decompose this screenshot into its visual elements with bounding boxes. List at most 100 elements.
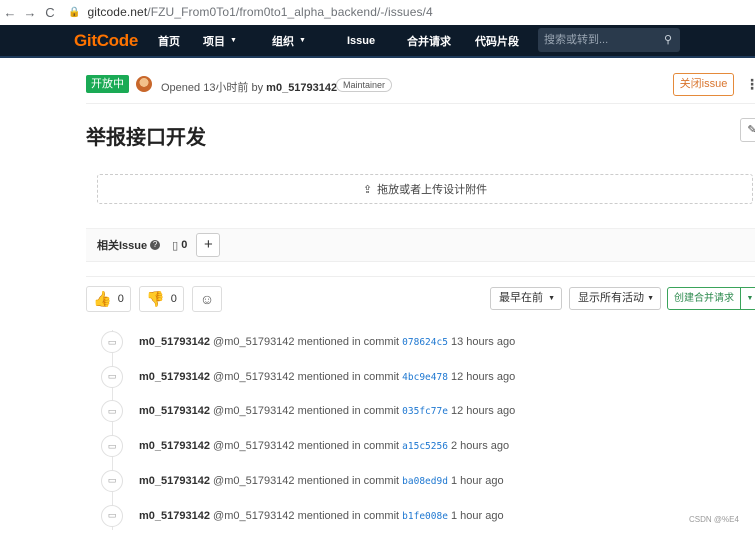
url-field[interactable]: gitcode.net/FZU_From0To1/from0to1_alpha_… [87,5,432,19]
note-author[interactable]: m0_51793142 [139,336,210,348]
edit-button[interactable]: ✎ [740,118,755,142]
note-time: 2 hours ago [451,440,510,453]
thumbs-down-icon: 👎 [146,291,165,308]
back-icon[interactable]: ← [0,5,20,20]
timeline-note: ▭ m0_51793142 @m0_51793142 mentioned in c… [101,469,504,492]
search-placeholder: 搜索或转到... [544,34,609,46]
commit-sha-link[interactable]: 4bc9e478 [402,372,448,383]
note-text: m0_51793142 @m0_51793142 mentioned in co… [139,336,515,348]
note-handle[interactable]: @m0_51793142 [213,371,295,383]
related-issues-bar: 相关Issue ? ▯ 0 + [86,228,755,262]
activity-filter-dropdown[interactable]: 显示所有活动 ▼ [569,287,661,310]
commit-sha-link[interactable]: a15c5256 [402,441,448,452]
note-action: mentioned in commit [297,440,400,453]
add-related-button[interactable]: + [196,233,221,257]
chevron-down-icon: ▼ [230,37,237,44]
note-author[interactable]: m0_51793142 [139,440,210,452]
issue-meta: Opened 13小时前 by m0_51793142 [161,79,337,95]
nav-merge-requests[interactable]: 合并请求 [407,33,451,49]
thumbs-up-icon: 👍 [93,291,112,308]
note-author[interactable]: m0_51793142 [139,510,210,522]
thumbs-up-count: 0 [117,293,124,305]
related-count: 0 [181,239,188,251]
gitcode-logo[interactable]: GitCode [74,31,138,51]
nav-issue-label: Issue [347,34,376,47]
help-icon[interactable]: ? [150,240,161,250]
timeline-line [112,330,113,530]
nav-snippets[interactable]: 代码片段 [475,33,519,49]
commit-sha-link[interactable]: ba08ed9d [402,476,448,487]
note-handle[interactable]: @m0_51793142 [213,510,295,522]
url-path: /FZU_From0To1/from0to1_alpha_backend/-/i… [147,5,433,19]
avatar[interactable] [136,76,152,92]
page-title: 举报接口开发 [86,127,206,149]
nav-issue[interactable]: Issue [347,35,375,47]
commit-sha-link[interactable]: b1fe008e [402,511,448,522]
note-author[interactable]: m0_51793142 [139,371,210,383]
top-navbar: GitCode 首页 项目 ▼ 组织 ▼ Issue 合并请求 代码片段 搜索或转到… [0,25,755,58]
note-time: 12 hours ago [451,405,516,418]
commit-sha-link[interactable]: 078624c5 [402,337,448,348]
comment-icon: ▭ [101,469,123,492]
nav-home-label: 首页 [158,35,180,48]
note-action: mentioned in commit [297,405,400,418]
add-reaction-button[interactable]: ☺ [192,286,222,312]
note-text: m0_51793142 @m0_51793142 mentioned in co… [139,440,509,452]
nav-groups[interactable]: 组织 ▼ [272,33,306,49]
note-action: mentioned in commit [297,474,400,487]
design-upload-dropzone[interactable]: ⇪ 拖放或者上传设计附件 [97,174,753,204]
commit-sha-link[interactable]: 035fc77e [402,406,448,417]
note-handle[interactable]: @m0_51793142 [213,405,295,417]
smiley-icon: ☺ [199,291,215,307]
sort-dropdown[interactable]: 最早在前 ▼ [490,287,562,310]
lock-icon: 🔒 [68,6,81,18]
nav-home[interactable]: 首页 [158,33,180,49]
role-badge: Maintainer [336,78,393,92]
note-handle[interactable]: @m0_51793142 [213,440,295,452]
note-time: 12 hours ago [451,370,516,383]
timeline-note: ▭ m0_51793142 @m0_51793142 mentioned in c… [101,504,504,527]
note-text: m0_51793142 @m0_51793142 mentioned in co… [139,405,515,417]
status-badge: 开放中 [86,75,129,93]
upload-label: 拖放或者上传设计附件 [377,184,488,196]
nav-groups-label: 组织 [272,35,294,48]
note-author[interactable]: m0_51793142 [139,475,210,487]
chevron-down-icon: ▼ [548,295,555,302]
create-merge-request-button[interactable]: 创建合并请求 [667,287,741,310]
author-link[interactable]: m0_51793142 [266,82,337,94]
thumbs-up-button[interactable]: 👍 0 [86,286,131,312]
close-issue-button[interactable]: 关闭issue [673,73,734,96]
watermark: CSDN @%E4 [689,515,739,524]
note-action: mentioned in commit [297,370,400,383]
comment-icon: ▭ [101,504,123,527]
related-issues-label: 相关Issue [97,240,148,252]
timeline-note: ▭ m0_51793142 @m0_51793142 mentioned in c… [101,331,515,353]
divider [86,103,755,104]
note-author[interactable]: m0_51793142 [139,405,210,417]
note-handle[interactable]: @m0_51793142 [213,336,295,348]
note-action: mentioned in commit [297,509,400,522]
upload-icon: ⇪ [362,183,373,196]
note-time: 1 hour ago [451,509,504,522]
thumbs-down-button[interactable]: 👎 0 [139,286,184,312]
reload-icon[interactable]: C [40,5,60,20]
more-options-icon[interactable]: ⋮ [745,76,755,93]
comment-icon: ▭ [101,400,123,423]
note-text: m0_51793142 @m0_51793142 mentioned in co… [139,371,515,383]
pencil-icon: ✎ [747,124,755,136]
forward-icon[interactable]: → [20,5,40,20]
nav-projects-label: 项目 [203,35,225,48]
comment-icon: ▭ [101,365,123,388]
note-handle[interactable]: @m0_51793142 [213,475,295,487]
create-mr-dropdown-toggle[interactable]: ▼ [740,287,755,310]
note-time: 13 hours ago [451,336,516,348]
note-text: m0_51793142 @m0_51793142 mentioned in co… [139,475,504,487]
nav-projects[interactable]: 项目 ▼ [203,33,237,49]
note-text: m0_51793142 @m0_51793142 mentioned in co… [139,510,504,522]
search-icon[interactable]: ⚲ [664,28,672,52]
url-host: gitcode.net [87,5,148,19]
search-input[interactable]: 搜索或转到... ⚲ [538,28,680,52]
issues-icon: ▯ [172,239,179,252]
divider [86,276,755,277]
timeline-note: ▭ m0_51793142 @m0_51793142 mentioned in c… [101,365,515,388]
